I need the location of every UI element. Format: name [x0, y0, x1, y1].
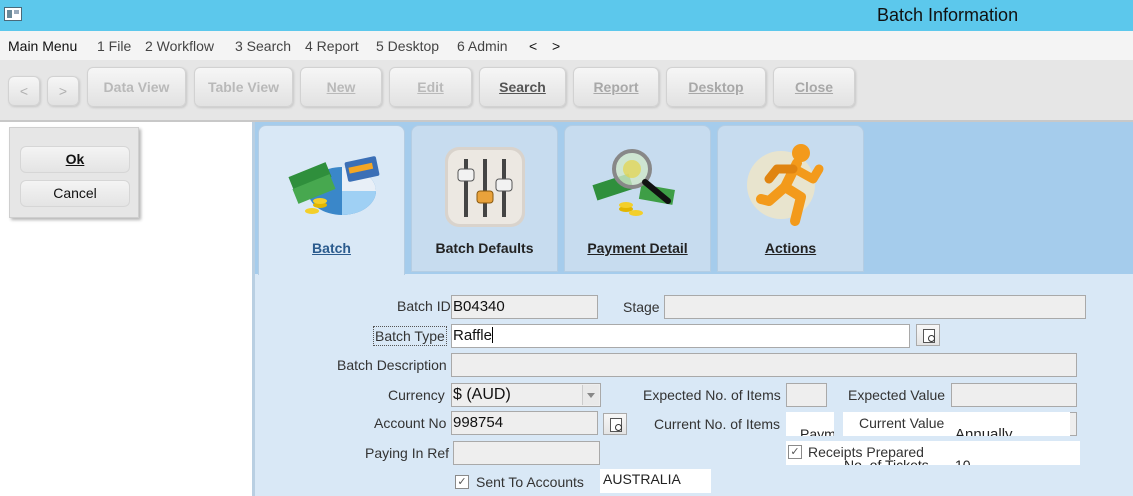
currency-label: Currency — [388, 387, 445, 403]
stage-label: Stage — [623, 299, 660, 315]
batch-description-label: Batch Description — [337, 357, 447, 373]
expected-value-label: Expected Value — [848, 387, 946, 403]
menu-file[interactable]: 1 File — [97, 38, 131, 54]
tab-batch[interactable]: Batch — [258, 125, 405, 275]
batch-money-chart-icon — [288, 156, 380, 215]
expected-value-field[interactable] — [951, 383, 1077, 407]
close-button[interactable]: Close — [773, 67, 855, 107]
title-bar: Batch Information — [0, 0, 1133, 31]
app-window-icon[interactable] — [4, 7, 22, 21]
current-value-label-overlay: Current Value — [859, 415, 945, 431]
search-button-label: Search — [499, 79, 546, 95]
cancel-button[interactable]: Cancel — [20, 180, 130, 207]
tab-strip: Batch Batch Defaults Payment Detail Acti… — [255, 122, 1133, 275]
country-text: AUSTRALIA — [603, 471, 681, 487]
overlay-artifact: Payme — [786, 412, 834, 436]
overlay-frequency: Annually — [953, 412, 1070, 436]
receipts-prepared-checkbox[interactable]: ✓ — [788, 445, 802, 459]
tab-payment-detail-label: Payment Detail — [565, 240, 710, 256]
account-no-field[interactable]: 998754 — [451, 411, 598, 435]
batch-description-field[interactable] — [451, 353, 1077, 377]
menu-desktop[interactable]: 5 Desktop — [376, 38, 439, 54]
tickets-label: No. of Tickets — [844, 457, 929, 465]
back-button[interactable]: < — [8, 76, 40, 106]
menu-report[interactable]: 4 Report — [305, 38, 359, 54]
money-magnifier-icon — [592, 149, 675, 216]
tab-actions-label: Actions — [764, 240, 817, 256]
chevron-down-icon[interactable] — [582, 385, 599, 405]
expected-items-label: Expected No. of Items — [643, 387, 781, 403]
tab-actions[interactable]: Actions — [717, 125, 864, 272]
menu-main[interactable]: Main Menu — [8, 38, 77, 54]
batch-type-lookup-icon[interactable] — [916, 324, 940, 346]
edit-button[interactable]: Edit — [389, 67, 472, 107]
account-lookup-icon[interactable] — [603, 413, 627, 435]
menu-next[interactable]: > — [552, 38, 560, 54]
sliders-icon — [445, 147, 525, 227]
text-cursor — [491, 327, 493, 343]
batch-id-label: Batch ID — [397, 298, 451, 314]
batch-type-value: Raffle — [453, 327, 492, 344]
running-man-icon — [747, 144, 824, 226]
batch-id-field[interactable]: B04340 — [451, 295, 598, 319]
table-view-button[interactable]: Table View — [194, 67, 293, 107]
account-no-label: Account No — [374, 415, 447, 431]
search-button[interactable]: Search — [479, 67, 566, 107]
menu-admin[interactable]: 6 Admin — [457, 38, 508, 54]
menu-prev[interactable]: < — [529, 38, 537, 54]
report-button[interactable]: Report — [573, 67, 659, 107]
current-items-label: Current No. of Items — [654, 416, 781, 432]
new-button[interactable]: New — [300, 67, 382, 107]
sent-to-accounts-label: Sent To Accounts — [476, 474, 584, 490]
desktop-button[interactable]: Desktop — [666, 67, 766, 107]
forward-button[interactable]: > — [47, 76, 79, 106]
toolbar: < > Data View Table View New Edit Search… — [0, 60, 1133, 122]
tab-payment-detail[interactable]: Payment Detail — [564, 125, 711, 272]
ok-cancel-panel: Ok Cancel — [9, 127, 139, 218]
sent-to-accounts-checkbox[interactable]: ✓ — [455, 475, 469, 489]
frequency-text: Annually — [955, 426, 1013, 436]
expected-items-field[interactable] — [786, 383, 827, 407]
stage-field[interactable] — [664, 295, 1086, 319]
overlay-country: AUSTRALIA — [600, 469, 711, 493]
batch-type-field[interactable]: Raffle — [451, 324, 910, 348]
ok-button[interactable]: Ok — [20, 146, 130, 173]
overlay-receipts-row: ✓ Receipts Prepared No. of Tickets 10 — [786, 441, 1080, 465]
tab-batch-defaults-label: Batch Defaults — [435, 240, 534, 256]
paying-in-ref-label: Paying In Ref — [365, 445, 450, 461]
tab-payment-detail-text: Payment Detail — [587, 240, 688, 256]
currency-value: $ (AUD) — [453, 386, 511, 403]
menu-workflow[interactable]: 2 Workflow — [145, 38, 214, 54]
menu-bar: Main Menu 1 File 2 Workflow 3 Search 4 R… — [0, 31, 1133, 60]
data-view-button[interactable]: Data View — [87, 67, 186, 107]
tickets-value: 10 — [955, 457, 971, 465]
window-title: Batch Information — [877, 5, 1019, 25]
paying-in-ref-field[interactable] — [453, 441, 600, 465]
tab-batch-label: Batch — [312, 240, 351, 256]
overlay-payment-text: Payme — [800, 426, 834, 436]
overlay-current-value: Current Value — [843, 412, 953, 436]
menu-search[interactable]: 3 Search — [235, 38, 291, 54]
batch-type-label: Batch Type — [373, 326, 447, 346]
tab-batch-defaults[interactable]: Batch Defaults — [411, 125, 558, 272]
currency-select[interactable]: $ (AUD) — [451, 383, 601, 407]
